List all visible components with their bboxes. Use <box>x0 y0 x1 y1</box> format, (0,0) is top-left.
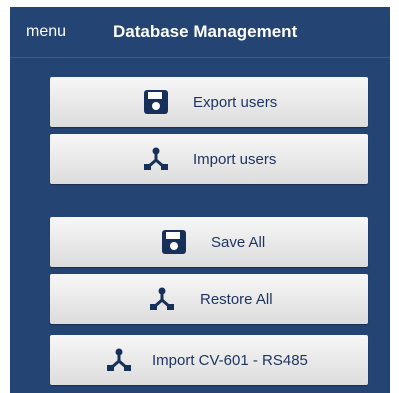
page-title: Database Management <box>113 22 298 41</box>
import-cv601-button[interactable]: Import CV-601 - RS485 <box>50 335 368 385</box>
import-users-label: Import users <box>193 151 277 168</box>
header-bar: menu Database Management <box>10 7 390 58</box>
import-icon <box>144 147 168 170</box>
save-all-label: Save All <box>211 234 266 251</box>
export-users-button[interactable]: Export users <box>50 77 368 127</box>
app-frame: menu Database Management Export users Im… <box>10 7 390 393</box>
import-cv601-label: Import CV-601 - RS485 <box>152 352 308 369</box>
restore-all-label: Restore All <box>200 291 273 308</box>
menu-button[interactable]: menu <box>26 23 66 41</box>
save-icon <box>144 90 168 114</box>
save-icon <box>162 230 186 254</box>
import-icon <box>107 348 131 371</box>
save-all-button[interactable]: Save All <box>50 217 368 267</box>
import-icon <box>150 287 174 310</box>
restore-all-button[interactable]: Restore All <box>50 274 368 324</box>
export-users-label: Export users <box>193 94 278 111</box>
import-users-button[interactable]: Import users <box>50 134 368 184</box>
